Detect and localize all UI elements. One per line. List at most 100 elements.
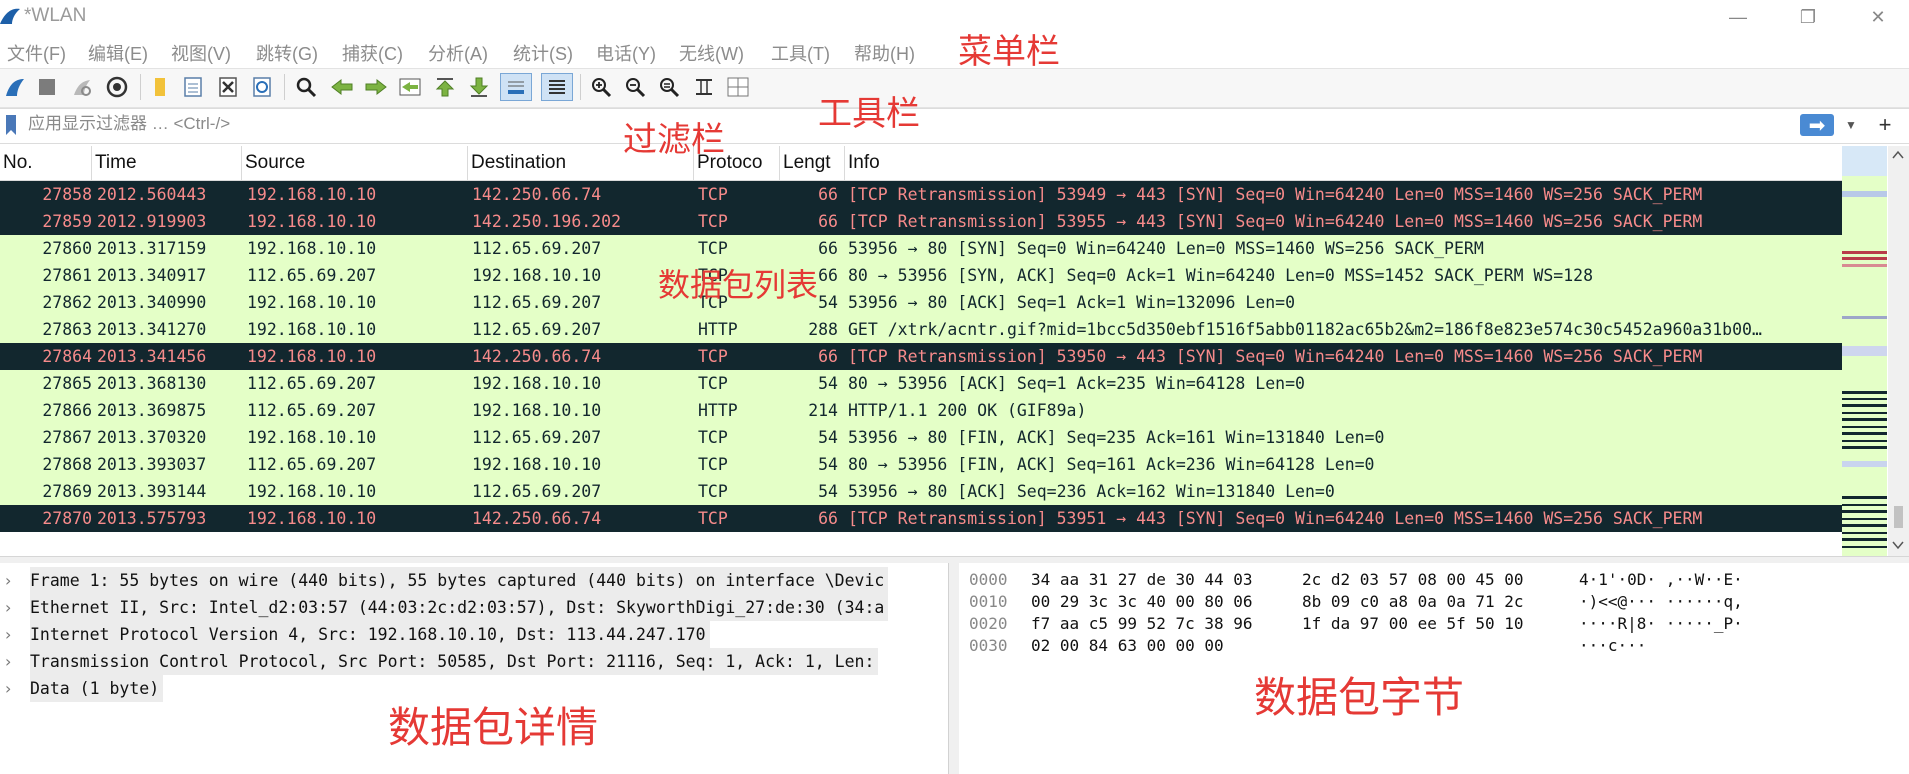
packet-cell-src: 192.168.10.10 bbox=[247, 428, 377, 447]
go-forward-icon[interactable] bbox=[363, 73, 389, 101]
reload-file-icon[interactable] bbox=[249, 73, 275, 101]
packet-row[interactable]: 27868 2013.393037 112.65.69.207 192.168.10.… bbox=[0, 451, 1842, 478]
title-bar bbox=[0, 0, 1909, 34]
menu-edit[interactable]: 编辑(E) bbox=[88, 40, 148, 66]
open-file-icon[interactable] bbox=[147, 73, 173, 101]
packet-minimap[interactable] bbox=[1842, 146, 1887, 556]
add-filter-button[interactable]: + bbox=[1872, 111, 1898, 139]
packet-row[interactable]: 27869 2013.393144 192.168.10.10 112.65.69.2… bbox=[0, 478, 1842, 505]
packet-cell-time: 2013.317159 bbox=[97, 239, 207, 258]
zoom-out-icon[interactable] bbox=[622, 73, 648, 101]
stop-icon[interactable] bbox=[34, 73, 60, 101]
packet-cell-info: 53956 → 80 [ACK] Seq=1 Ack=1 Win=132096 … bbox=[848, 293, 1296, 312]
menu-analyze[interactable]: 分析(A) bbox=[428, 40, 488, 66]
detail-row-ipv4[interactable]: › Internet Protocol Version 4, Src: 192.1… bbox=[0, 621, 948, 648]
packet-cell-dst: 112.65.69.207 bbox=[472, 320, 602, 339]
autoscroll-icon[interactable] bbox=[500, 73, 532, 101]
packet-cell-dst: 142.250.66.74 bbox=[472, 347, 602, 366]
restore-button[interactable]: ❐ bbox=[1778, 0, 1838, 34]
restart-icon[interactable] bbox=[69, 73, 95, 101]
close-button[interactable]: ✕ bbox=[1848, 0, 1908, 34]
detail-row-frame[interactable]: › Frame 1: 55 bytes on wire (440 bits), 5… bbox=[0, 567, 948, 594]
detail-row-ethernet[interactable]: › Ethernet II, Src: Intel_d2:03:57 (44:03… bbox=[0, 594, 948, 621]
packet-row[interactable]: 27866 2013.369875 112.65.69.207 192.168.10.… bbox=[0, 397, 1842, 424]
packet-cell-info: [TCP Retransmission] 53950 → 443 [SYN] S… bbox=[848, 347, 1703, 366]
menu-view[interactable]: 视图(V) bbox=[171, 40, 231, 66]
go-to-packet-icon[interactable] bbox=[397, 73, 423, 101]
save-file-icon[interactable] bbox=[180, 73, 206, 101]
column-header-source[interactable]: Source bbox=[242, 146, 468, 180]
packet-row[interactable]: 27864 2013.341456 192.168.10.10 142.250.66.… bbox=[0, 343, 1842, 370]
column-header-length[interactable]: Lengt bbox=[780, 146, 845, 180]
packet-row[interactable]: 27861 2013.340917 112.65.69.207 192.168.10.… bbox=[0, 262, 1842, 289]
packet-row[interactable]: 27860 2013.317159 192.168.10.10 112.65.69.2… bbox=[0, 235, 1842, 262]
packet-cell-dst: 142.250.196.202 bbox=[472, 212, 622, 231]
packet-cell-no: 27867 bbox=[42, 428, 92, 447]
packet-row[interactable]: 27862 2013.340990 192.168.10.10 112.65.69.2… bbox=[0, 289, 1842, 316]
expand-chevron-icon[interactable]: › bbox=[5, 567, 11, 594]
packet-row[interactable]: 27859 2012.919903 192.168.10.10 142.250.196… bbox=[0, 208, 1842, 235]
go-first-icon[interactable] bbox=[432, 73, 458, 101]
packet-list-scrollbar[interactable] bbox=[1888, 146, 1909, 556]
bookmark-icon[interactable] bbox=[4, 114, 18, 136]
menu-go[interactable]: 跳转(G) bbox=[256, 40, 318, 66]
packet-cell-info: [TCP Retransmission] 53951 → 443 [SYN] S… bbox=[848, 509, 1703, 528]
annotation-packet-bytes: 数据包字节 bbox=[1254, 673, 1465, 722]
packet-cell-no: 27868 bbox=[42, 455, 92, 474]
packet-cell-dst: 112.65.69.207 bbox=[472, 239, 602, 258]
menu-help[interactable]: 帮助(H) bbox=[854, 40, 915, 66]
zoom-in-icon[interactable] bbox=[588, 73, 614, 101]
packet-cell-src: 192.168.10.10 bbox=[247, 239, 377, 258]
go-last-icon[interactable] bbox=[466, 73, 492, 101]
expand-chevron-icon[interactable]: › bbox=[5, 594, 11, 621]
packet-row[interactable]: 27858 2012.560443 192.168.10.10 142.250.66.… bbox=[0, 181, 1842, 208]
packet-row[interactable]: 27867 2013.370320 192.168.10.10 112.65.69.2… bbox=[0, 424, 1842, 451]
packet-cell-time: 2013.340917 bbox=[97, 266, 207, 285]
close-file-icon[interactable] bbox=[215, 73, 241, 101]
packet-cell-no: 27864 bbox=[42, 347, 92, 366]
packet-cell-proto: TCP bbox=[698, 509, 728, 528]
packet-cell-dst: 112.65.69.207 bbox=[472, 482, 602, 501]
packet-row[interactable]: 27863 2013.341270 192.168.10.10 112.65.69.2… bbox=[0, 316, 1842, 343]
menu-tools[interactable]: 工具(T) bbox=[771, 40, 830, 66]
detail-row-tcp[interactable]: › Transmission Control Protocol, Src Port… bbox=[0, 648, 948, 675]
wireshark-logo-icon bbox=[0, 6, 22, 28]
resize-columns-icon[interactable] bbox=[691, 73, 717, 101]
normal-size-icon[interactable] bbox=[656, 73, 682, 101]
packet-cell-len: 66 bbox=[818, 239, 838, 258]
packet-cell-time: 2013.340990 bbox=[97, 293, 207, 312]
packet-cell-time: 2013.368130 bbox=[97, 374, 207, 393]
packet-list-empty-area bbox=[0, 533, 1842, 553]
packet-cell-dst: 142.250.66.74 bbox=[472, 509, 602, 528]
packet-cell-len: 66 bbox=[818, 347, 838, 366]
shark-fin-start-icon[interactable] bbox=[2, 73, 28, 101]
minimize-button[interactable]: — bbox=[1708, 0, 1768, 34]
expand-chevron-icon[interactable]: › bbox=[5, 675, 11, 702]
annotation-filterbar: 过滤栏 bbox=[623, 120, 725, 160]
annotation-packet-details: 数据包详情 bbox=[388, 703, 599, 752]
filter-history-dropdown-icon[interactable]: ▼ bbox=[1841, 113, 1861, 137]
apply-filter-arrow-icon[interactable]: ➡ bbox=[1800, 114, 1834, 137]
packet-cell-time: 2013.575793 bbox=[97, 509, 207, 528]
go-back-icon[interactable] bbox=[329, 73, 355, 101]
packet-cell-src: 192.168.10.10 bbox=[247, 347, 377, 366]
packet-row[interactable]: 27865 2013.368130 112.65.69.207 192.168.10.… bbox=[0, 370, 1842, 397]
capture-options-gear-icon[interactable] bbox=[104, 73, 130, 101]
column-header-time[interactable]: Time bbox=[92, 146, 242, 180]
colorize-icon[interactable] bbox=[541, 73, 573, 101]
packet-cell-no: 27859 bbox=[42, 212, 92, 231]
menu-telephony[interactable]: 电话(Y) bbox=[596, 40, 656, 66]
column-header-no[interactable]: No. bbox=[0, 146, 92, 180]
layout-icon[interactable] bbox=[725, 73, 751, 101]
packet-cell-no: 27862 bbox=[42, 293, 92, 312]
find-packet-icon[interactable] bbox=[293, 73, 319, 101]
menu-capture[interactable]: 捕获(C) bbox=[342, 40, 403, 66]
expand-chevron-icon[interactable]: › bbox=[5, 621, 11, 648]
column-header-info[interactable]: Info bbox=[845, 146, 1842, 180]
packet-row[interactable]: 27870 2013.575793 192.168.10.10 142.250.66.… bbox=[0, 505, 1842, 532]
menu-statistics[interactable]: 统计(S) bbox=[513, 40, 573, 66]
expand-chevron-icon[interactable]: › bbox=[5, 648, 11, 675]
menu-file[interactable]: 文件(F) bbox=[7, 40, 66, 66]
menu-wireless[interactable]: 无线(W) bbox=[679, 40, 744, 66]
packet-cell-no: 27858 bbox=[42, 185, 92, 204]
